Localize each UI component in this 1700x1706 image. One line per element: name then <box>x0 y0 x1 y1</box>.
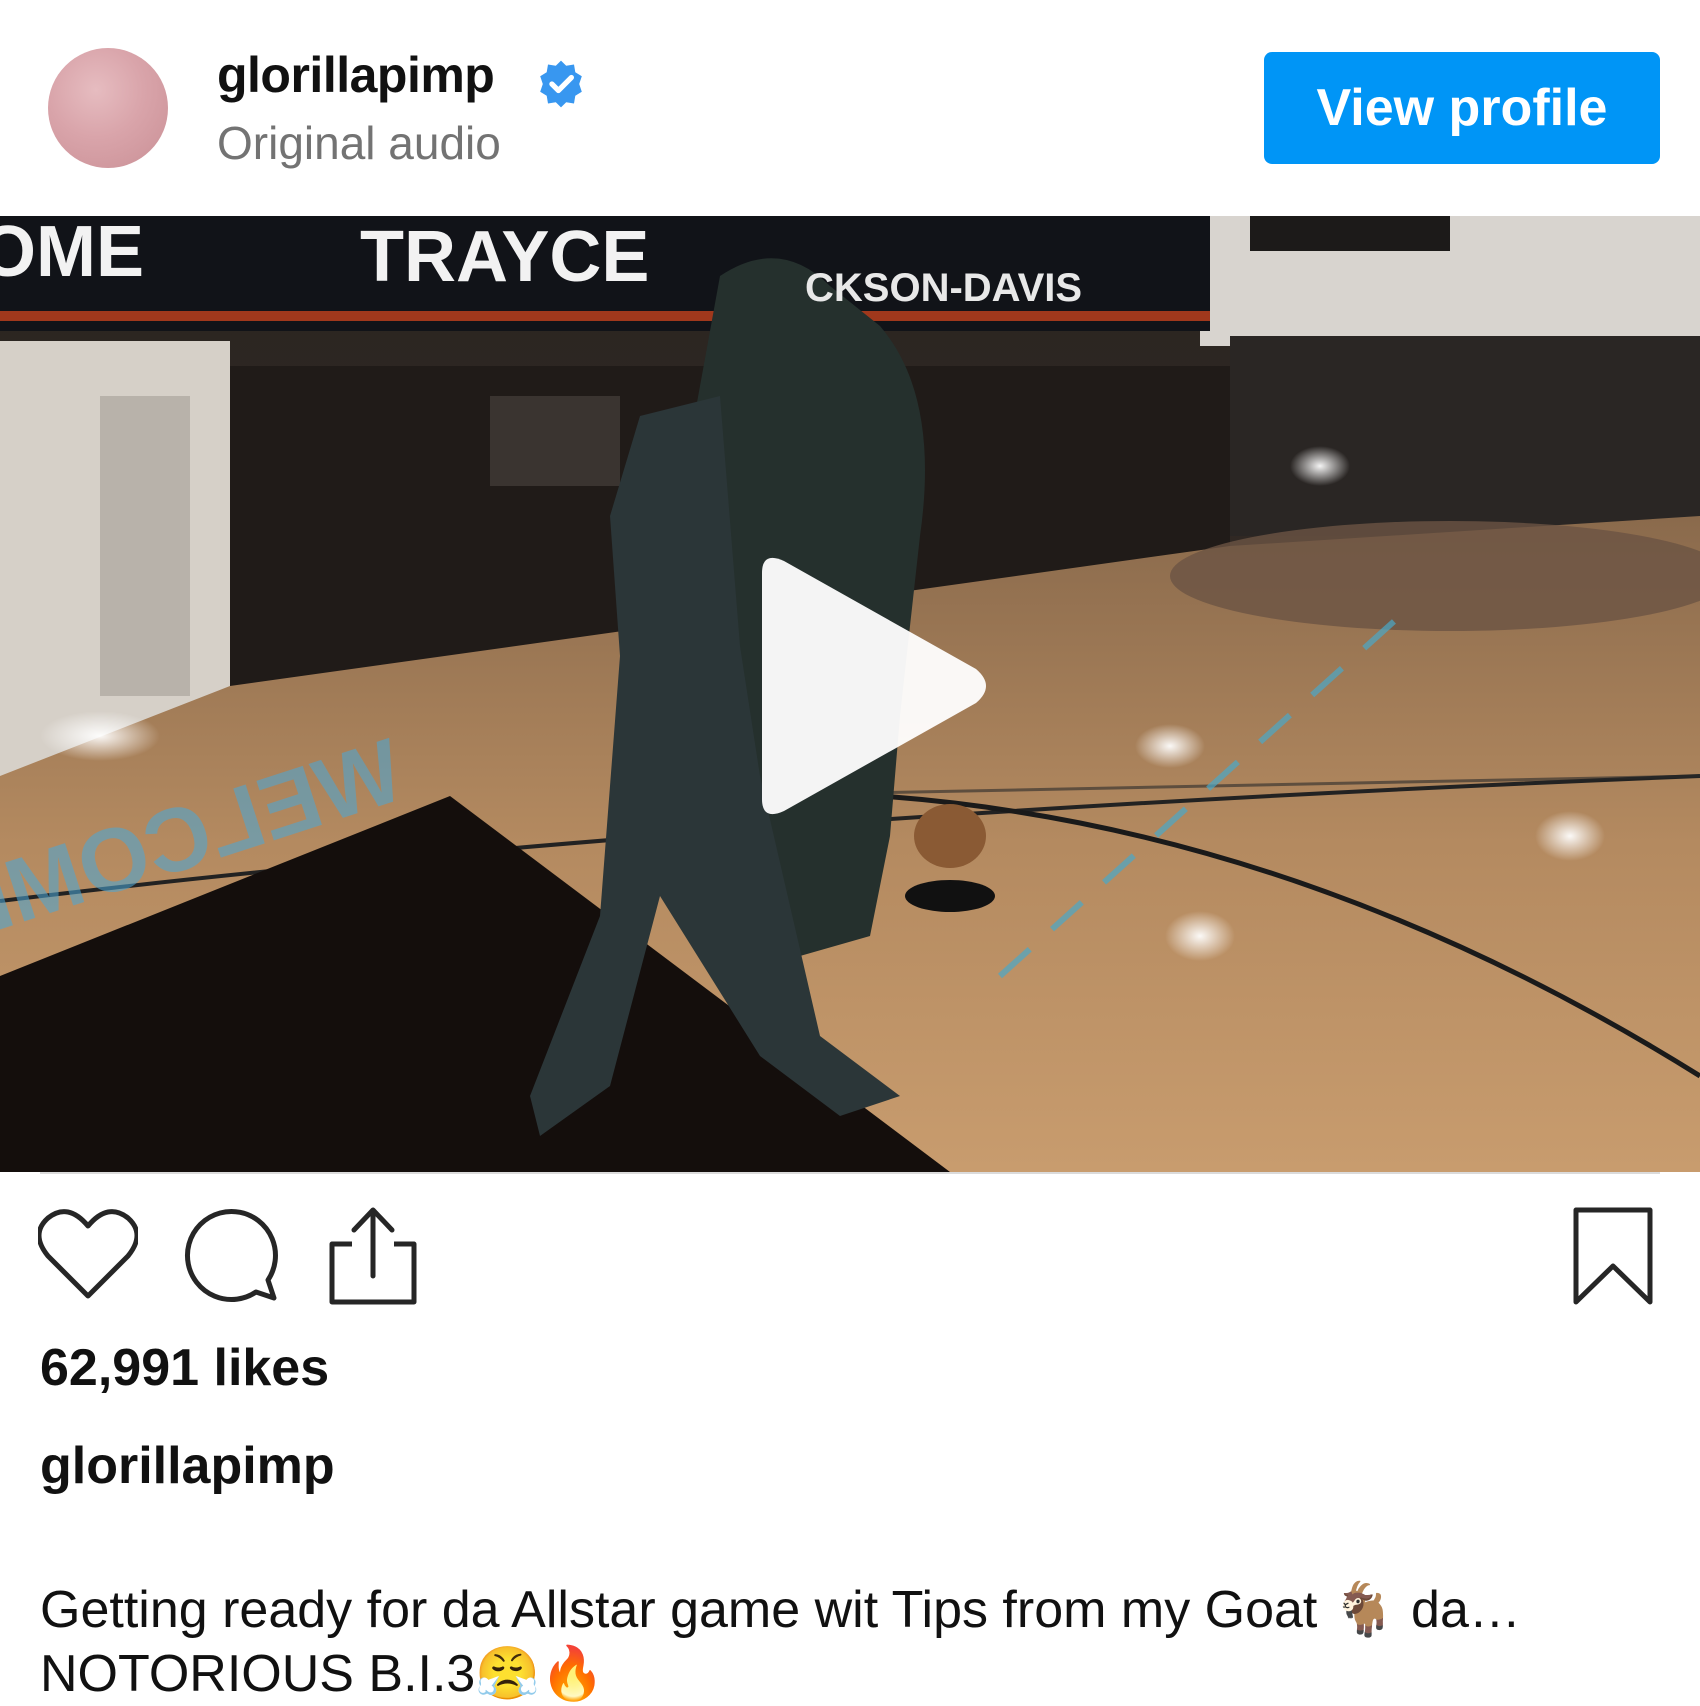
comment-icon[interactable] <box>182 1206 282 1306</box>
bookmark-icon[interactable] <box>1572 1206 1654 1306</box>
divider <box>40 1172 1660 1174</box>
heart-icon[interactable] <box>38 1208 138 1300</box>
play-icon[interactable] <box>740 551 1000 821</box>
post-header: glorillapimp Original audio View profile <box>0 0 1700 216</box>
username[interactable]: glorillapimp <box>217 46 495 104</box>
likes-count[interactable]: 62,991 likes <box>40 1338 329 1398</box>
audio-label[interactable]: Original audio <box>217 116 501 170</box>
caption-line-2: NOTORIOUS B.I.3😤🔥 <box>40 1645 605 1703</box>
avatar[interactable] <box>48 48 168 168</box>
caption-username[interactable]: glorillapimp <box>40 1436 335 1496</box>
scoreboard-text-2: CKSON-DAVIS <box>805 266 1082 310</box>
share-icon[interactable] <box>328 1206 418 1306</box>
caption[interactable]: Getting ready for da Allstar game wit Ti… <box>40 1578 1670 1706</box>
scoreboard-text: TRAYCE <box>360 217 649 297</box>
video-player[interactable]: OME TRAYCE CKSON-DAVIS WELCOME <box>0 216 1700 1172</box>
verified-badge-icon <box>540 60 582 108</box>
caption-line-1: Getting ready for da Allstar game wit Ti… <box>40 1581 1521 1639</box>
scoreboard-left-text: OME <box>0 216 144 292</box>
view-profile-button[interactable]: View profile <box>1264 52 1660 164</box>
